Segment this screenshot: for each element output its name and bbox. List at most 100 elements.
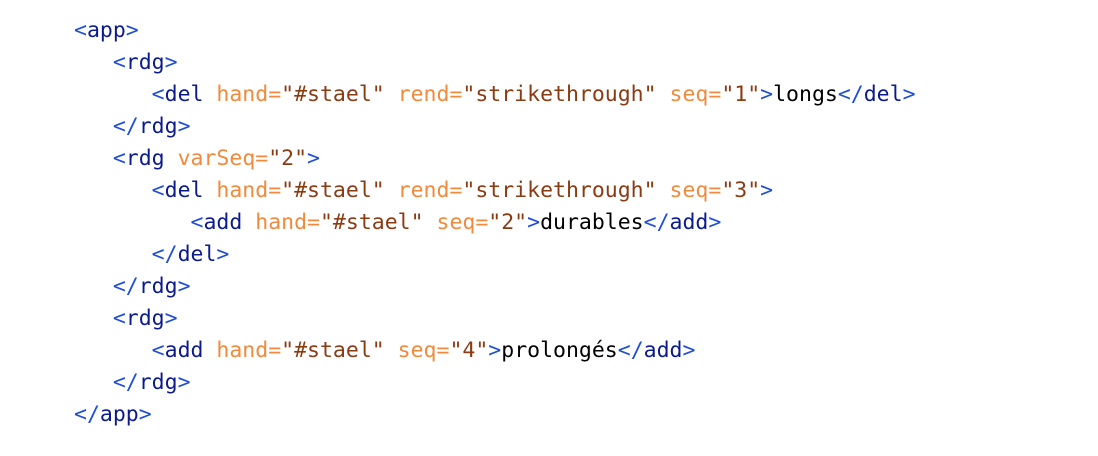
token-bracket: </ bbox=[643, 210, 670, 235]
token-bracket: > bbox=[138, 402, 152, 427]
token-attribute-value: "#stael" bbox=[281, 338, 385, 363]
token-bracket: > bbox=[682, 338, 696, 363]
token-element-name: rdg bbox=[138, 114, 178, 139]
token-attribute-value: "2" bbox=[488, 210, 528, 235]
token-attribute-name: seq= bbox=[669, 82, 722, 107]
token-bracket: < bbox=[151, 82, 165, 107]
token-attribute-value: "#stael" bbox=[281, 82, 385, 107]
token-element-name: rdg bbox=[138, 274, 178, 299]
token-bracket: > bbox=[216, 242, 230, 267]
token-attribute-name: rend= bbox=[397, 178, 463, 203]
token-bracket: > bbox=[527, 210, 541, 235]
token-bracket: < bbox=[190, 210, 204, 235]
xml-code-block: <app> <rdg> <del hand="#stael" rend="str… bbox=[74, 15, 916, 431]
token-attribute-name: seq= bbox=[436, 210, 489, 235]
token-attribute-value: "#stael" bbox=[319, 210, 424, 235]
token-bracket: </ bbox=[617, 338, 644, 363]
token-bracket: < bbox=[151, 178, 165, 203]
token-bracket: > bbox=[902, 82, 916, 107]
token-element-name: rdg bbox=[138, 370, 178, 395]
code-line: </rdg> bbox=[74, 271, 916, 303]
token-bracket: < bbox=[74, 18, 87, 43]
token-attribute-name: seq= bbox=[397, 338, 450, 363]
token-bracket: > bbox=[164, 50, 178, 75]
token-attribute-value: "4" bbox=[449, 338, 489, 363]
token-element-name: app bbox=[86, 18, 126, 43]
code-line: <del hand="#stael" rend="strikethrough" … bbox=[74, 79, 916, 111]
code-line: <app> bbox=[74, 15, 916, 47]
token-attribute-name: seq= bbox=[669, 178, 722, 203]
code-line: <add hand="#stael" seq="4">prolongés</ad… bbox=[74, 335, 916, 367]
token-bracket: > bbox=[177, 274, 191, 299]
token-element-name: add bbox=[203, 210, 243, 235]
token-text-content: prolongés bbox=[501, 338, 618, 363]
token-bracket: > bbox=[488, 338, 502, 363]
code-line: </del> bbox=[74, 239, 916, 271]
token-bracket: < bbox=[112, 146, 126, 171]
code-line: </app> bbox=[74, 399, 916, 431]
token-bracket: > bbox=[307, 146, 320, 171]
token-element-name: del bbox=[863, 82, 903, 107]
token-attribute-value: "strikethrough" bbox=[462, 178, 657, 203]
token-element-name: add bbox=[643, 338, 683, 363]
token-bracket: < bbox=[112, 306, 126, 331]
token-bracket: </ bbox=[112, 370, 139, 395]
code-line: </rdg> bbox=[74, 111, 916, 143]
token-bracket: </ bbox=[112, 114, 139, 139]
token-bracket: > bbox=[708, 210, 722, 235]
token-element-name: del bbox=[177, 242, 217, 267]
token-attribute-name: hand= bbox=[216, 82, 282, 107]
token-element-name: add bbox=[164, 338, 204, 363]
token-attribute-value: "3" bbox=[721, 178, 761, 203]
token-element-name: rdg bbox=[125, 50, 165, 75]
token-bracket: < bbox=[112, 50, 126, 75]
code-line: <rdg> bbox=[74, 47, 916, 79]
token-element-name: rdg bbox=[125, 306, 165, 331]
token-bracket: > bbox=[177, 114, 191, 139]
token-element-name: del bbox=[164, 82, 204, 107]
token-attribute-name: varSeq= bbox=[177, 146, 269, 171]
token-attribute-name: rend= bbox=[397, 82, 463, 107]
token-bracket: </ bbox=[74, 402, 100, 427]
token-text-content: longs bbox=[773, 82, 838, 107]
token-attribute-value: "2" bbox=[268, 146, 308, 171]
token-element-name: add bbox=[669, 210, 709, 235]
code-line: </rdg> bbox=[74, 367, 916, 399]
token-bracket: </ bbox=[112, 274, 139, 299]
token-bracket: > bbox=[760, 82, 774, 107]
code-line: <rdg varSeq="2"> bbox=[74, 143, 916, 175]
token-attribute-value: "strikethrough" bbox=[462, 82, 657, 107]
token-attribute-value: "#stael" bbox=[281, 178, 385, 203]
code-line: <del hand="#stael" rend="strikethrough" … bbox=[74, 175, 916, 207]
code-line: <add hand="#stael" seq="2">durables</add… bbox=[74, 207, 916, 239]
token-attribute-value: "1" bbox=[721, 82, 761, 107]
token-bracket: < bbox=[151, 338, 165, 363]
token-bracket: > bbox=[164, 306, 178, 331]
token-bracket: </ bbox=[151, 242, 178, 267]
token-element-name: app bbox=[99, 402, 139, 427]
token-bracket: > bbox=[125, 18, 139, 43]
token-attribute-name: hand= bbox=[216, 338, 282, 363]
token-bracket: > bbox=[177, 370, 191, 395]
code-line: <rdg> bbox=[74, 303, 916, 335]
